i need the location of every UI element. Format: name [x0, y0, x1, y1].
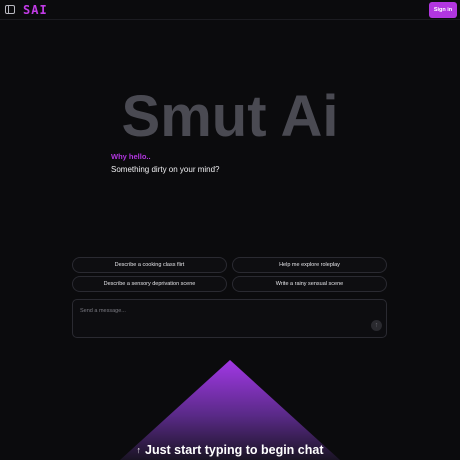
suggestion-cooking-class-flirt[interactable]: Describe a cooking class flirt — [72, 257, 227, 273]
top-bar: SAI Sign in — [0, 0, 460, 20]
logo[interactable]: SAI — [23, 3, 48, 17]
subtitle-text: Something dirty on your mind? — [111, 165, 220, 174]
arrow-up-icon: ↑ — [136, 445, 142, 455]
greeting-text: Why hello.. — [111, 152, 151, 161]
suggestion-rainy-sensual-scene[interactable]: Write a rainy sensual scene — [232, 276, 387, 292]
start-typing-text: Just start typing to begin chat — [145, 443, 324, 457]
message-input[interactable] — [80, 306, 360, 316]
message-composer: ↑ — [72, 299, 387, 338]
hero-title: Smut Ai — [121, 84, 339, 149]
start-typing-hint: ↑ Just start typing to begin chat — [0, 443, 460, 457]
sign-in-button[interactable]: Sign in — [429, 2, 457, 18]
sidebar-toggle-icon[interactable] — [5, 5, 15, 14]
arrow-up-icon[interactable]: ↑ — [371, 320, 382, 331]
suggestion-sensory-deprivation-scene[interactable]: Describe a sensory deprivation scene — [72, 276, 227, 292]
suggestion-explore-roleplay[interactable]: Help me explore roleplay — [232, 257, 387, 273]
